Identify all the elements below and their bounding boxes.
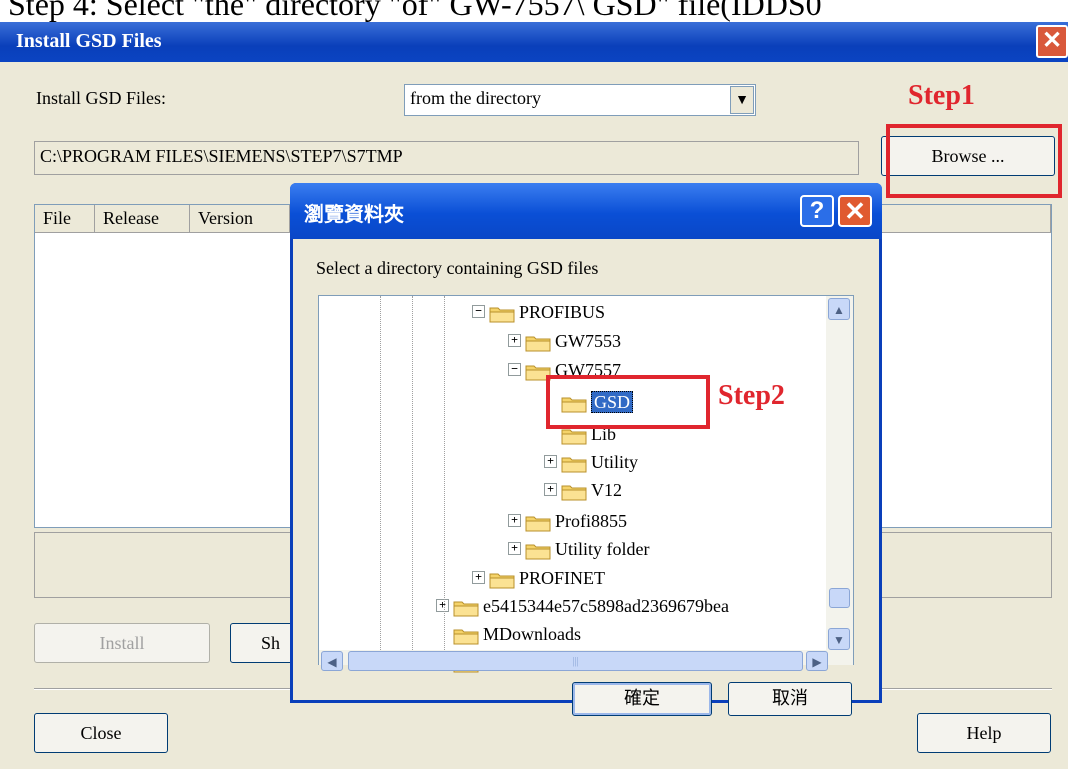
tree-item-label: Profi8855 bbox=[555, 510, 627, 531]
tree-item-label: e5415344e57c5898ad2369679bea bbox=[483, 595, 729, 616]
expand-icon[interactable]: + bbox=[544, 455, 557, 469]
cancel-button[interactable]: 取消 bbox=[728, 682, 852, 716]
install-gsd-label: Install GSD Files: bbox=[36, 88, 167, 108]
folder-icon bbox=[561, 481, 587, 501]
folder-icon bbox=[453, 625, 479, 645]
tree-item[interactable]: + e5415344e57c5898ad2369679bea bbox=[436, 590, 729, 618]
folder-icon bbox=[525, 332, 551, 352]
folder-icon bbox=[489, 303, 515, 323]
expand-icon[interactable]: + bbox=[436, 599, 449, 613]
step2-annotation: Step2 bbox=[718, 380, 785, 411]
chevron-down-icon[interactable]: ▼ bbox=[730, 86, 754, 114]
horizontal-scroll-thumb[interactable]: ||| bbox=[348, 651, 803, 671]
tree-guide-line bbox=[380, 296, 381, 650]
browse-dialog-title: 瀏覽資料夾 bbox=[304, 202, 404, 226]
close-icon[interactable]: ✕ bbox=[838, 195, 872, 227]
tree-item[interactable]: + Utility bbox=[544, 446, 638, 474]
tree-item-label: PROFIBUS bbox=[519, 301, 606, 322]
tree-item-label: MDownloads bbox=[483, 623, 581, 644]
scroll-left-icon[interactable]: ◀ bbox=[321, 651, 343, 671]
expand-icon[interactable]: + bbox=[544, 483, 557, 497]
close-icon[interactable]: ✕ bbox=[1036, 25, 1068, 58]
column-header-version[interactable]: Version bbox=[190, 205, 290, 233]
folder-icon bbox=[453, 597, 479, 617]
folder-icon bbox=[489, 569, 515, 589]
tree-item[interactable]: MDownloads bbox=[436, 618, 581, 646]
tree-guide-line bbox=[444, 296, 445, 650]
folder-icon bbox=[525, 512, 551, 532]
collapse-icon[interactable]: − bbox=[472, 305, 485, 319]
tree-item-label: Utility folder bbox=[555, 538, 650, 559]
scroll-up-icon[interactable]: ▲ bbox=[828, 298, 850, 320]
help-icon[interactable]: ? bbox=[800, 195, 834, 227]
close-button[interactable]: Close bbox=[34, 713, 168, 753]
step1-annotation: Step1 bbox=[908, 80, 975, 111]
tree-item[interactable]: + Profi8855 bbox=[508, 505, 627, 533]
scroll-down-icon[interactable]: ▼ bbox=[828, 628, 850, 650]
vertical-scroll-thumb[interactable] bbox=[829, 588, 850, 608]
ok-button[interactable]: 確定 bbox=[572, 682, 712, 716]
expand-icon[interactable]: + bbox=[508, 514, 521, 528]
tree-item[interactable]: + PROFINET bbox=[472, 562, 605, 590]
install-button[interactable]: Install bbox=[34, 623, 210, 663]
tree-item-label: V12 bbox=[591, 479, 622, 500]
source-select-value: from the directory bbox=[410, 88, 541, 108]
expand-icon[interactable]: + bbox=[508, 334, 521, 348]
browse-prompt: Select a directory containing GSD files bbox=[316, 258, 599, 278]
step1-highlight-box bbox=[886, 124, 1062, 198]
column-header-release[interactable]: Release bbox=[95, 205, 190, 233]
tree-item[interactable]: − PROFIBUS bbox=[472, 296, 605, 324]
tree-item[interactable]: + Utility folder bbox=[508, 533, 649, 561]
column-header-file[interactable]: File bbox=[35, 205, 95, 233]
document-heading: Step 4: Select "the" directory "of" GW-7… bbox=[8, 0, 822, 22]
collapse-icon[interactable]: − bbox=[508, 363, 521, 377]
help-button[interactable]: Help bbox=[917, 713, 1051, 753]
path-value: C:\PROGRAM FILES\SIEMENS\STEP7\S7TMP bbox=[40, 146, 403, 166]
tree-item[interactable]: + V12 bbox=[544, 474, 622, 502]
tree-item-label: PROFINET bbox=[519, 567, 606, 588]
folder-icon bbox=[525, 540, 551, 560]
tree-item[interactable]: + GW7553 bbox=[508, 325, 621, 353]
folder-icon bbox=[561, 453, 587, 473]
tree-item-label: GW7553 bbox=[555, 330, 621, 351]
install-dialog-title: Install GSD Files bbox=[16, 30, 162, 52]
tree-guide-line bbox=[412, 296, 413, 650]
step2-highlight-box bbox=[546, 375, 710, 429]
expand-icon[interactable]: + bbox=[508, 542, 521, 556]
column-header-blank[interactable] bbox=[870, 205, 1051, 233]
expand-icon[interactable]: + bbox=[472, 571, 485, 585]
tree-item-label: Utility bbox=[591, 451, 639, 472]
scroll-right-icon[interactable]: ▶ bbox=[806, 651, 828, 671]
